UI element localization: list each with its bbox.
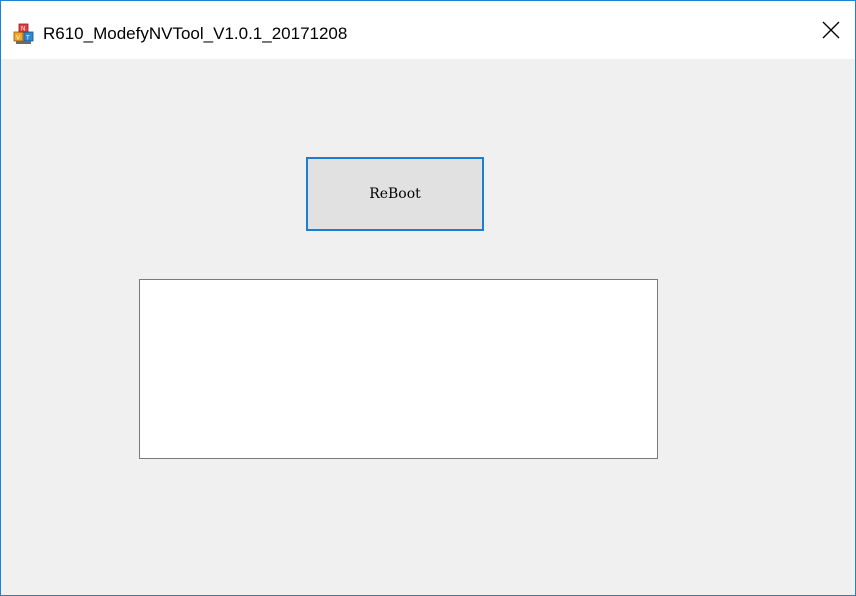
svg-text:T: T	[26, 36, 30, 42]
close-button[interactable]	[807, 1, 855, 59]
title-bar[interactable]: N V T R610_ModefyNVTool_V1.0.1_20171208	[1, 1, 855, 59]
svg-text:V: V	[16, 36, 20, 42]
svg-text:N: N	[21, 27, 25, 33]
window-title: R610_ModefyNVTool_V1.0.1_20171208	[43, 24, 348, 43]
client-area: ReBoot	[1, 59, 855, 595]
app-window: N V T R610_ModefyNVTool_V1.0.1_20171208 …	[0, 0, 856, 596]
close-icon	[822, 21, 840, 39]
output-textbox[interactable]	[139, 279, 658, 459]
app-icon: N V T	[13, 23, 34, 44]
reboot-button[interactable]: ReBoot	[306, 157, 484, 231]
